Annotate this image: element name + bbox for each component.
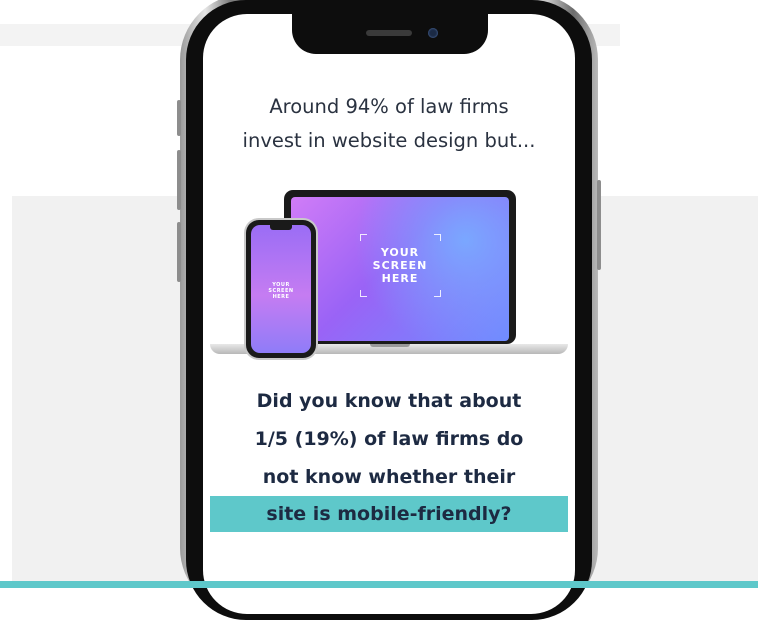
laptop-screen-line-1: YOUR [380,246,420,259]
devices-illustration: YOUR SCREEN HERE YOUR SCREEN HERE [210,186,568,362]
screen-corner-mark [434,290,441,297]
phone-side-button-left-1 [177,100,181,136]
front-camera-icon [428,28,438,38]
screen-corner-mark [360,290,367,297]
question-text: Did you know that about 1/5 (19%) of law… [210,382,568,532]
laptop-screen-text: YOUR SCREEN HERE [350,246,450,285]
question-line-1: Did you know that about [256,390,522,412]
highlighted-phrase: site is mobile-friendly? [210,496,568,532]
laptop-screen-line-2: SCREEN [372,259,428,272]
phone-side-button-left-3 [177,222,181,282]
laptop-base-notch [370,344,410,347]
question-highlight-row: site is mobile-friendly? [210,496,568,532]
small-phone-notch [270,225,292,230]
screen-corner-mark [360,234,367,241]
intro-line-2: invest in website design but... [242,129,536,152]
phone-screen-line-3: HERE [272,294,290,300]
accent-line-bottom [0,581,758,588]
phone-side-button-left-2 [177,150,181,210]
intro-text: Around 94% of law firms invest in websit… [210,90,568,158]
laptop-camera-notch [382,190,418,197]
intro-line-1: Around 94% of law firms [269,95,509,118]
laptop-screen-line-3: HERE [381,272,419,285]
screen-corner-mark [434,234,441,241]
phone-side-button-right [597,180,601,270]
speaker-grille [366,30,412,36]
small-phone-screen-text: YOUR SCREEN HERE [256,282,306,300]
question-line-3: not know whether their [262,466,516,488]
question-line-2: 1/5 (19%) of law firms do [254,428,524,450]
